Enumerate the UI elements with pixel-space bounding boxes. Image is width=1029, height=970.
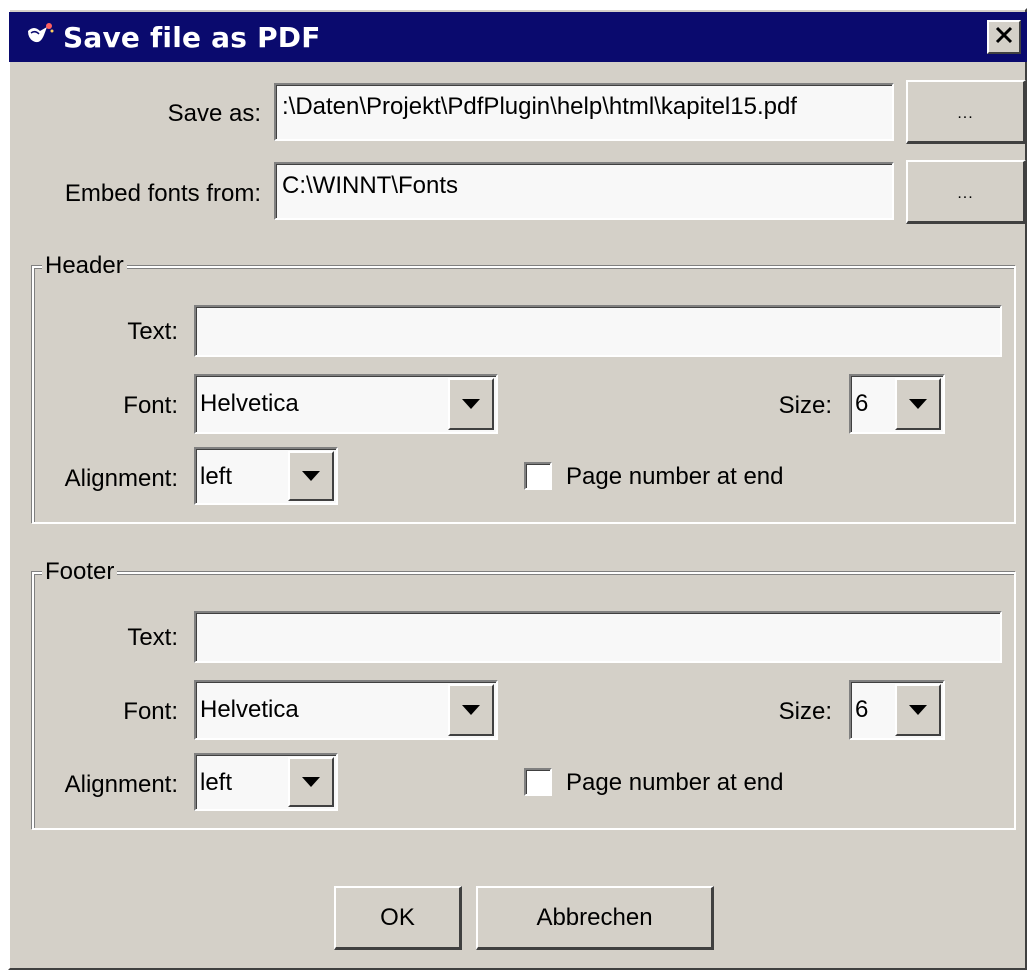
close-icon: [994, 25, 1014, 50]
header-size-value: 6: [855, 390, 869, 417]
pdf-plugin-icon: [25, 21, 55, 51]
footer-alignment-value: left: [200, 769, 233, 796]
save-as-label: Save as:: [167, 100, 261, 127]
header-page-number-checkbox[interactable]: [524, 462, 552, 490]
footer-page-number-label: Page number at end: [566, 769, 784, 796]
chevron-down-icon[interactable]: [288, 757, 334, 807]
save-as-browse-button[interactable]: ...: [906, 80, 1026, 144]
header-size-select[interactable]: 6: [849, 374, 945, 434]
footer-size-label: Size:: [778, 698, 832, 725]
chevron-down-icon[interactable]: [288, 451, 334, 501]
chevron-down-icon[interactable]: [448, 378, 494, 430]
chevron-down-icon[interactable]: [895, 684, 941, 736]
footer-size-value: 6: [855, 696, 869, 723]
chevron-down-icon[interactable]: [895, 378, 941, 430]
header-group-legend: Header: [42, 252, 127, 280]
footer-alignment-label: Alignment:: [64, 771, 178, 798]
cancel-button-label: Abbrechen: [536, 903, 653, 931]
footer-font-value: Helvetica: [200, 696, 299, 723]
ok-button-label: OK: [380, 903, 415, 931]
embed-fonts-label: Embed fonts from:: [64, 180, 261, 207]
header-size-label: Size:: [778, 392, 832, 419]
save-as-input[interactable]: :\Daten\Projekt\PdfPlugin\help\html\kapi…: [274, 83, 894, 141]
header-alignment-label: Alignment:: [64, 465, 178, 492]
dialog-title: Save file as PDF: [63, 21, 321, 54]
footer-font-select[interactable]: Helvetica: [194, 680, 498, 740]
ok-button[interactable]: OK: [334, 886, 462, 950]
embed-fonts-browse-button[interactable]: ...: [906, 160, 1026, 224]
footer-text-label: Text:: [127, 624, 178, 651]
header-text-input[interactable]: [194, 305, 1002, 357]
footer-alignment-select[interactable]: left: [194, 753, 338, 811]
header-alignment-select[interactable]: left: [194, 447, 338, 505]
cancel-button[interactable]: Abbrechen: [476, 886, 714, 950]
footer-page-number-checkbox[interactable]: [524, 768, 552, 796]
footer-size-select[interactable]: 6: [849, 680, 945, 740]
browse-button-label: ...: [957, 104, 974, 122]
footer-group-legend: Footer: [42, 558, 118, 586]
header-font-value: Helvetica: [200, 390, 299, 417]
header-page-number-label: Page number at end: [566, 463, 784, 490]
header-alignment-value: left: [200, 463, 233, 490]
header-font-label: Font:: [123, 392, 178, 419]
footer-font-label: Font:: [123, 698, 178, 725]
header-font-select[interactable]: Helvetica: [194, 374, 498, 434]
close-button[interactable]: [987, 20, 1021, 54]
title-bar[interactable]: Save file as PDF: [9, 12, 1027, 62]
embed-fonts-input[interactable]: C:\WINNT\Fonts: [274, 162, 894, 220]
footer-text-input[interactable]: [194, 611, 1002, 663]
browse-button-label: ...: [957, 184, 974, 202]
header-text-label: Text:: [127, 318, 178, 345]
chevron-down-icon[interactable]: [448, 684, 494, 736]
